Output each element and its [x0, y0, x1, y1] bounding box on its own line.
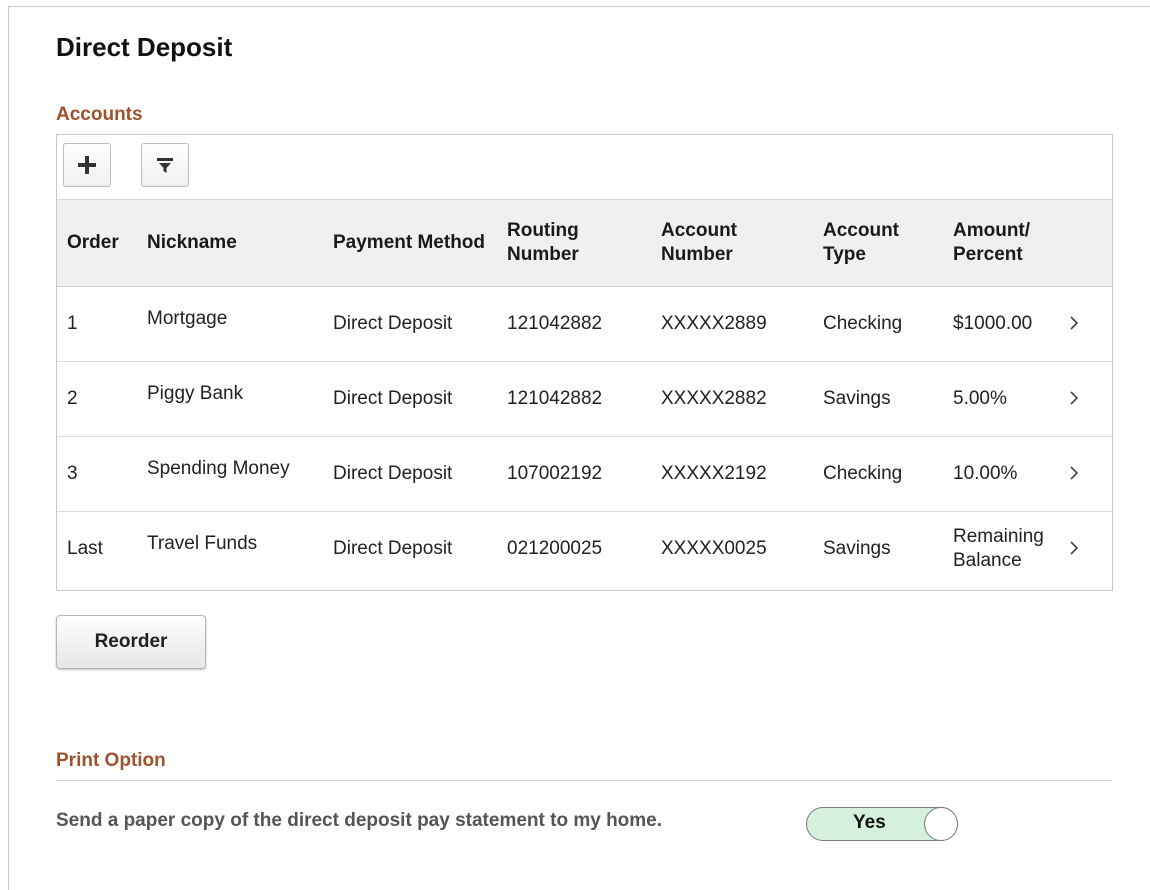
column-header-account-number[interactable]: Account Number: [651, 200, 813, 287]
filter-button[interactable]: [141, 143, 189, 187]
plus-icon: [78, 156, 96, 174]
cell-routing-number: 107002192: [497, 436, 651, 512]
grid-toolbar: [57, 135, 1112, 200]
cell-account-type: Checking: [813, 286, 943, 362]
table-row[interactable]: 3 Spending Money Direct Deposit 10700219…: [57, 436, 1112, 512]
column-header-account-type[interactable]: Account Type: [813, 200, 943, 287]
cell-amount: $1000.00: [943, 286, 1069, 362]
column-header-order[interactable]: Order: [57, 200, 137, 287]
row-chevron[interactable]: [1069, 511, 1112, 586]
cell-account-number: XXXXX0025: [661, 537, 767, 559]
cell-account-type: Checking: [813, 436, 943, 512]
accounts-grid: Order Nickname Payment Method Routing Nu…: [56, 134, 1113, 591]
cell-payment-method: Direct Deposit: [323, 436, 497, 512]
toggle-value: Yes: [853, 812, 886, 833]
cell-routing-number: 021200025: [507, 537, 603, 559]
cell-nickname: Travel Funds: [147, 532, 258, 554]
column-header-payment-method[interactable]: Payment Method: [323, 200, 497, 287]
cell-routing-number: 121042882: [497, 286, 651, 362]
cell-payment-method: Direct Deposit: [323, 286, 497, 362]
cell-account-type: Savings: [813, 361, 943, 437]
reorder-button[interactable]: Reorder: [56, 615, 206, 669]
column-header-nickname[interactable]: Nickname: [137, 200, 323, 287]
accounts-section-title: Accounts: [56, 104, 143, 125]
row-chevron[interactable]: [1069, 436, 1112, 512]
cell-amount: 10.00%: [943, 436, 1069, 512]
cell-order: Last: [67, 537, 103, 559]
row-chevron[interactable]: [1069, 361, 1112, 437]
chevron-right-icon: [1070, 466, 1079, 480]
filter-icon: [157, 158, 173, 173]
toggle-knob: [924, 807, 958, 841]
table-header-row: Order Nickname Payment Method Routing Nu…: [57, 200, 1112, 287]
chevron-right-icon: [1070, 541, 1079, 555]
print-option-label: Send a paper copy of the direct deposit …: [56, 810, 663, 831]
column-header-spacer: [1069, 200, 1112, 287]
cell-amount: 5.00%: [943, 361, 1069, 437]
add-row-button[interactable]: [63, 143, 111, 187]
column-header-routing-number[interactable]: Routing Number: [497, 200, 651, 287]
cell-nickname: Mortgage: [137, 286, 323, 362]
cell-account-type: Savings: [823, 537, 891, 559]
cell-payment-method: Direct Deposit: [323, 361, 497, 437]
chevron-right-icon: [1070, 316, 1079, 330]
table-row[interactable]: 2 Piggy Bank Direct Deposit 121042882 XX…: [57, 361, 1112, 437]
cell-nickname: Piggy Bank: [137, 361, 323, 437]
chevron-right-icon: [1070, 391, 1079, 405]
column-header-amount-percent[interactable]: Amount/ Percent: [943, 200, 1069, 287]
cell-amount: Remaining Balance: [953, 525, 1044, 571]
print-option-section-title: Print Option: [56, 750, 166, 771]
accounts-table: Order Nickname Payment Method Routing Nu…: [57, 200, 1112, 586]
table-row[interactable]: Last Travel Funds Direct Deposit 0212000…: [57, 511, 1112, 586]
table-row[interactable]: 1 Mortgage Direct Deposit 121042882 XXXX…: [57, 286, 1112, 362]
page-title: Direct Deposit: [56, 32, 233, 62]
section-divider: [56, 780, 1112, 781]
cell-account-number: XXXXX2882: [651, 361, 813, 437]
cell-account-number: XXXXX2192: [651, 436, 813, 512]
cell-order: 2: [57, 361, 137, 437]
cell-account-number: XXXXX2889: [651, 286, 813, 362]
cell-order: 1: [57, 286, 137, 362]
cell-payment-method: Direct Deposit: [333, 537, 453, 559]
print-option-toggle[interactable]: Yes: [806, 807, 958, 841]
cell-order: 3: [57, 436, 137, 512]
cell-routing-number: 121042882: [497, 361, 651, 437]
row-chevron[interactable]: [1069, 286, 1112, 362]
cell-nickname: Spending Money: [137, 436, 323, 512]
